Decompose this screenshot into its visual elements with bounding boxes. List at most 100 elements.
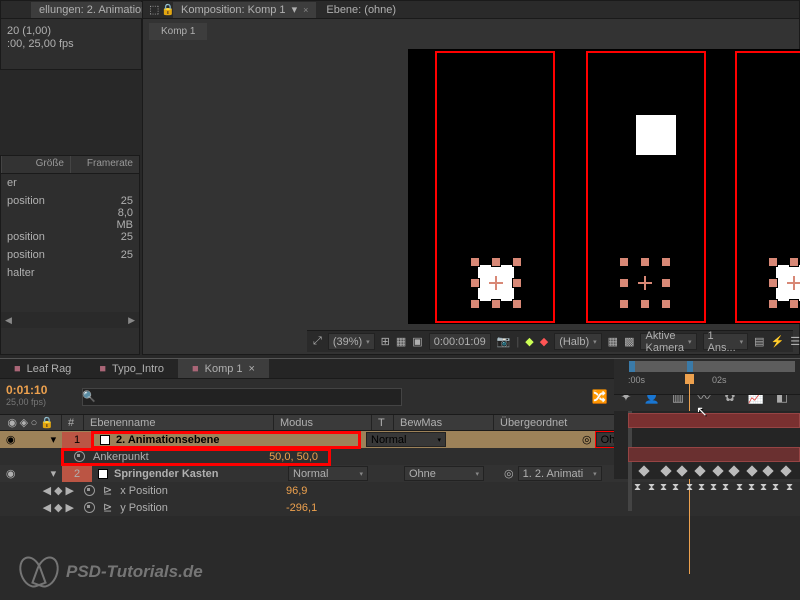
tab-dropdown-icon[interactable]: ▾ [292, 3, 298, 16]
parent-pickwhip-icon[interactable]: ◎ [504, 467, 514, 480]
keyframe-icon[interactable] [638, 465, 649, 476]
blend-mode-dropdown[interactable]: Normal▾ [288, 466, 368, 481]
expand-icon[interactable]: ⤢ [313, 333, 322, 351]
pixel-aspect-icon[interactable]: ▤ [754, 333, 764, 351]
anchor-point-icon[interactable] [489, 276, 503, 290]
camera-dropdown[interactable]: Aktive Kamera▾ [640, 333, 696, 350]
hold-keyframe-icon[interactable]: ⧗ [660, 483, 669, 494]
stopwatch-icon[interactable] [74, 451, 85, 462]
keyframe-icon[interactable] [762, 465, 773, 476]
settings-tab-label: ellungen: 2. Animation [39, 4, 147, 16]
layer-name[interactable]: 2. Animationsebene [116, 434, 220, 446]
zoom-dropdown[interactable]: (39%)▾ [328, 333, 375, 350]
hold-keyframe-icon[interactable]: ⧗ [698, 483, 707, 494]
property-name: Ankerpunkt [93, 451, 149, 463]
channel-green-icon[interactable]: ◆ [525, 333, 533, 351]
watermark: PSD-Tutorials.de [20, 556, 203, 588]
timecode-display[interactable]: 0:00:01:09 [429, 333, 491, 350]
scroll-right-icon[interactable]: ▶ [128, 315, 135, 326]
timeline-icon[interactable]: ☰ [790, 333, 800, 351]
col-size[interactable]: Größe [1, 156, 70, 173]
keyframe-icon[interactable] [660, 465, 671, 476]
property-name: x Position [120, 485, 168, 497]
channel-red-icon[interactable]: ◆ [540, 333, 548, 351]
layer-color-swatch[interactable] [98, 469, 108, 479]
keyframe-icon[interactable] [712, 465, 723, 476]
parent-pickwhip-icon[interactable]: ◎ [582, 433, 592, 446]
hold-keyframe-icon[interactable]: ⧗ [722, 483, 731, 494]
project-row[interactable]: position25 [1, 246, 139, 264]
pin-icon[interactable]: 🔒 [161, 3, 175, 16]
hold-keyframe-icon[interactable]: ⧗ [686, 483, 695, 494]
hold-keyframe-icon[interactable]: ⧗ [648, 483, 657, 494]
comp-flowchart-icon[interactable]: 🔀 [590, 387, 610, 407]
hold-keyframe-icon[interactable]: ⧗ [772, 483, 781, 494]
timeline-tab-komp[interactable]: ■Komp 1× [178, 359, 269, 378]
hold-keyframe-icon[interactable]: ⧗ [710, 483, 719, 494]
region-icon[interactable]: ▦ [608, 333, 618, 351]
anchor-point-icon[interactable] [638, 276, 652, 290]
settings-info: 20 (1,00) :00, 25,00 fps [1, 19, 141, 57]
keyframe-icon[interactable] [746, 465, 757, 476]
keyframe-icon[interactable] [694, 465, 705, 476]
expression-icon[interactable]: ⊵ [103, 501, 112, 514]
scrollbar[interactable]: ◀▶ [1, 312, 139, 328]
stopwatch-icon[interactable] [84, 502, 95, 513]
composition-panel: ⬚🔒 Komposition: Komp 1▾× Ebene: (ohne) K… [142, 0, 800, 355]
camera-icon[interactable]: 📷 [497, 333, 511, 351]
expression-icon[interactable]: ⊵ [103, 484, 112, 497]
property-value[interactable]: -296,1 [286, 502, 317, 514]
fast-preview-icon[interactable]: ⚡ [771, 333, 785, 351]
hold-keyframe-icon[interactable]: ⧗ [736, 483, 745, 494]
hold-keyframe-icon[interactable]: ⧗ [786, 483, 795, 494]
hold-keyframe-icon[interactable]: ⧗ [672, 483, 681, 494]
composition-tab[interactable]: Komposition: Komp 1▾× [173, 2, 316, 18]
close-icon[interactable]: × [303, 5, 308, 15]
hold-keyframe-icon[interactable]: ⧗ [634, 483, 643, 494]
property-value[interactable]: 96,9 [286, 485, 307, 497]
hold-keyframe-icon[interactable]: ⧗ [748, 483, 757, 494]
comp-name-tab[interactable]: Komp 1 [149, 23, 207, 40]
project-row[interactable]: 8,0 MB [1, 210, 139, 228]
layer-tab[interactable]: Ebene: (ohne) [318, 2, 404, 18]
project-row[interactable]: er [1, 174, 139, 192]
keyframe-icon[interactable] [676, 465, 687, 476]
timeline-tab-leaf[interactable]: ■Leaf Rag [0, 359, 85, 378]
scroll-left-icon[interactable]: ◀ [5, 315, 12, 326]
twirl-icon[interactable]: ▾ [51, 467, 57, 480]
keyframe-icon[interactable] [780, 465, 791, 476]
timeline-tab-typo[interactable]: ■Typo_Intro [85, 359, 178, 378]
project-row[interactable]: position25 [1, 228, 139, 246]
track-matte-dropdown[interactable]: Ohne▾ [404, 466, 484, 481]
layer-color-swatch[interactable] [100, 435, 110, 445]
parent-dropdown[interactable]: 1. 2. Animati▾ [518, 466, 602, 481]
property-value[interactable]: 50,0, 50,0 [269, 451, 318, 463]
settings-panel: ellungen: 2. Animation× 20 (1,00) :00, 2… [0, 0, 142, 70]
current-time[interactable]: 0:01:10 25,00 fps) [0, 379, 60, 414]
composition-viewer[interactable] [408, 49, 800, 324]
layer-bar[interactable] [628, 413, 800, 428]
grid-icon[interactable]: ⊞ [381, 333, 390, 351]
work-area-bar[interactable] [629, 361, 795, 372]
layer-bar[interactable] [628, 447, 800, 462]
blend-mode-dropdown[interactable]: Normal▾ [366, 432, 446, 447]
hold-keyframe-icon[interactable]: ⧗ [760, 483, 769, 494]
safe-areas-icon[interactable]: ▦ [396, 333, 406, 351]
mask-icon[interactable]: ▣ [412, 333, 422, 351]
anchor-point-icon[interactable] [787, 276, 800, 290]
transparency-grid-icon[interactable]: ▩ [624, 333, 634, 351]
resolution-dropdown[interactable]: (Halb)▾ [554, 333, 601, 350]
search-icon: 🔍 [82, 390, 96, 403]
close-icon[interactable]: × [249, 363, 255, 375]
views-dropdown[interactable]: 1 Ans...▾ [703, 333, 749, 350]
col-framerate[interactable]: Framerate [70, 156, 139, 173]
twirl-icon[interactable]: ▾ [51, 433, 57, 446]
stopwatch-icon[interactable] [84, 485, 95, 496]
search-input[interactable] [82, 388, 402, 406]
time-ruler[interactable]: :00s 02s [614, 359, 800, 395]
layer-name: Springender Kasten [114, 468, 219, 480]
project-row[interactable]: halter [1, 264, 139, 282]
lock-icon[interactable]: ⬚ [149, 3, 159, 16]
keyframe-icon[interactable] [728, 465, 739, 476]
project-panel: Größe Framerate erposition258,0 MBpositi… [0, 155, 140, 355]
